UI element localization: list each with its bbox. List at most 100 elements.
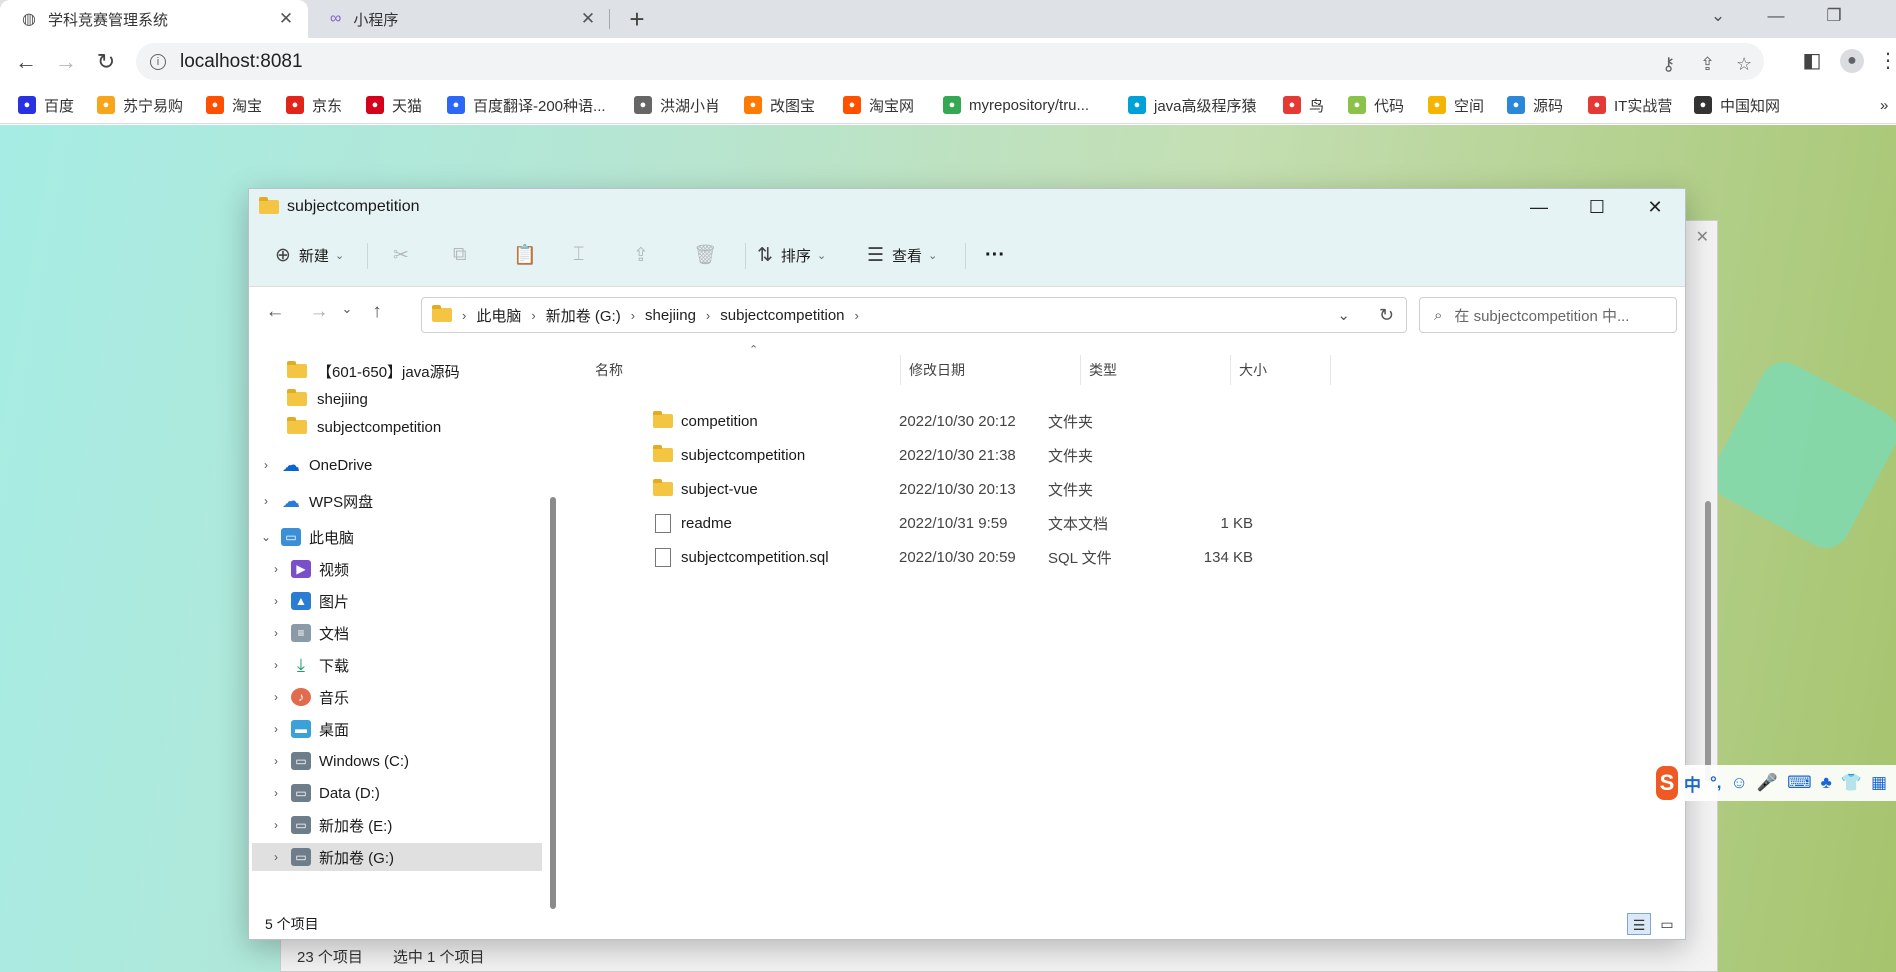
column-header-size[interactable]: 大小	[1231, 355, 1331, 385]
bookmark-item[interactable]: ● 京东	[286, 93, 342, 117]
info-icon[interactable]: i	[150, 53, 166, 70]
chevron-right-icon[interactable]: ›	[631, 308, 635, 323]
chevron-right-icon[interactable]: ›	[269, 658, 283, 672]
tab-inactive[interactable]: ∞ 小程序 ✕	[308, 0, 610, 38]
bookmark-item[interactable]: ● 淘宝	[206, 93, 262, 117]
bookmark-item[interactable]: ● 洪湖小肖	[634, 93, 720, 117]
sidebar-item-pictures[interactable]: › ▲ 图片	[269, 587, 349, 615]
chevron-right-icon[interactable]: ›	[269, 754, 283, 768]
cut-button[interactable]: ✂	[393, 237, 417, 273]
close-icon[interactable]: ✕	[1627, 189, 1683, 225]
forward-arrow-icon[interactable]: →	[305, 301, 333, 323]
ime-skin-icon[interactable]: 👕	[1841, 773, 1862, 793]
sidebar-item-quick[interactable]: shejiing	[287, 385, 368, 413]
chevron-right-icon[interactable]: ›	[269, 690, 283, 704]
more-options-button[interactable]: ···	[985, 237, 1005, 273]
profile-avatar[interactable]: ●	[1838, 48, 1866, 73]
bookmark-item[interactable]: ● 改图宝	[744, 93, 815, 117]
maximize-icon[interactable]: ☐	[1569, 189, 1625, 225]
sidebar-item-thispc[interactable]: ⌄ ▭ 此电脑	[259, 523, 354, 551]
chevron-right-icon[interactable]: ›	[259, 458, 273, 472]
delete-button[interactable]: 🗑	[693, 237, 725, 273]
tab-search-icon[interactable]: ⌄	[1690, 0, 1746, 32]
sidebar-item-drive-g[interactable]: › ▭ 新加卷 (G:)	[252, 843, 542, 871]
restore-icon[interactable]: ❐	[1806, 0, 1862, 32]
tiles-view-button[interactable]: ▭	[1655, 913, 1679, 935]
sidebar-scrollbar[interactable]	[550, 497, 556, 909]
bookmark-item[interactable]: ● 苏宁易购	[97, 93, 183, 117]
new-tab-button[interactable]: +	[622, 4, 652, 35]
file-row[interactable]: subjectcompetition 2022/10/30 21:38 文件夹	[629, 438, 1429, 472]
up-arrow-icon[interactable]: ↑	[363, 301, 391, 323]
menu-kebab-icon[interactable]: ⋮	[1874, 48, 1896, 73]
bookmark-item[interactable]: ● 鸟	[1283, 93, 1324, 117]
bookmark-star-icon[interactable]: ☆	[1736, 54, 1752, 75]
sidebar-item-desktop[interactable]: › ▬ 桌面	[269, 715, 349, 743]
ime-language-toggle[interactable]: 中	[1684, 771, 1701, 796]
sidebar-item-drive-e[interactable]: › ▭ 新加卷 (E:)	[269, 811, 392, 839]
bookmark-item[interactable]: ● 百度	[18, 93, 74, 117]
file-row[interactable]: readme 2022/10/31 9:59 文本文档 1 KB	[629, 506, 1429, 540]
bookmark-item[interactable]: ● 中国知网	[1694, 93, 1780, 117]
bookmark-item[interactable]: ● 源码	[1507, 93, 1563, 117]
tab-active[interactable]: ◍ 学科竞赛管理系统 ✕	[0, 0, 308, 38]
bookmark-item[interactable]: ● myrepository/tru...	[943, 93, 1089, 117]
copy-button[interactable]: ⧉	[453, 237, 475, 273]
breadcrumb-item[interactable]: shejiing	[645, 307, 696, 324]
file-row[interactable]: subjectcompetition.sql 2022/10/30 20:59 …	[629, 540, 1429, 574]
chevron-right-icon[interactable]: ›	[269, 786, 283, 800]
minimize-icon[interactable]: —	[1511, 189, 1567, 225]
file-row[interactable]: competition 2022/10/30 20:12 文件夹	[629, 404, 1429, 438]
sidebar-item-videos[interactable]: › ▶ 视频	[269, 555, 349, 583]
tab-close-icon[interactable]: ✕	[578, 9, 598, 29]
bookmark-item[interactable]: ● IT实战营	[1588, 93, 1672, 117]
chevron-right-icon[interactable]: ›	[269, 626, 283, 640]
chevron-right-icon[interactable]: ›	[531, 308, 535, 323]
key-icon[interactable]: ⚷	[1662, 54, 1675, 75]
sidebar-item-music[interactable]: › ♪ 音乐	[269, 683, 349, 711]
sidebar-item-drive-c[interactable]: › ▭ Windows (C:)	[269, 747, 409, 775]
sidebar-item-quick[interactable]: 【601-650】java源码	[287, 357, 460, 385]
chevron-right-icon[interactable]: ›	[269, 562, 283, 576]
ime-punctuation-icon[interactable]: °,	[1710, 773, 1722, 793]
refresh-icon[interactable]: ↻	[1379, 305, 1394, 326]
rename-button[interactable]: ⌶	[573, 237, 592, 273]
ime-microphone-icon[interactable]: 🎤	[1757, 773, 1778, 793]
address-bar[interactable]: i localhost:8081 ⚷ ⇪ ☆	[136, 43, 1764, 80]
bookmark-item[interactable]: ● 空间	[1428, 93, 1484, 117]
ime-toolbox-icon[interactable]: ▦	[1871, 773, 1887, 793]
new-button[interactable]: ⊕ 新建 ⌄	[275, 237, 344, 273]
chevron-right-icon[interactable]: ›	[269, 722, 283, 736]
scrollbar[interactable]	[1705, 501, 1711, 781]
chevron-right-icon[interactable]: ›	[269, 594, 283, 608]
sidebar-item-downloads[interactable]: › ⤓ 下载	[269, 651, 349, 679]
url-text[interactable]: localhost:8081	[180, 51, 303, 73]
bookmark-item[interactable]: ● 天猫	[366, 93, 422, 117]
chevron-right-icon[interactable]: ›	[855, 308, 859, 323]
column-header-type[interactable]: 类型	[1081, 355, 1231, 385]
chevron-right-icon[interactable]: ›	[259, 494, 273, 508]
column-header-name[interactable]: 名称	[587, 355, 901, 385]
chevron-down-icon[interactable]: ⌄	[1337, 306, 1350, 324]
search-input[interactable]: ⌕ 在 subjectcompetition 中...	[1419, 297, 1677, 333]
bookmark-item[interactable]: ● java高级程序猿	[1128, 93, 1257, 117]
tab-close-icon[interactable]: ✕	[276, 9, 296, 29]
share-icon[interactable]: ⇪	[1700, 54, 1715, 75]
sort-button[interactable]: ⇅ 排序 ⌄	[757, 237, 826, 273]
forward-button[interactable]: →	[50, 46, 82, 78]
recent-locations-chevron-icon[interactable]: ⌄	[333, 301, 361, 317]
ime-user-icon[interactable]: ♣	[1821, 773, 1832, 793]
ime-emoji-icon[interactable]: ☺	[1731, 773, 1748, 793]
chevron-right-icon[interactable]: ›	[706, 308, 710, 323]
back-button[interactable]: ←	[10, 46, 42, 78]
sidebar-item-documents[interactable]: › ≡ 文档	[269, 619, 349, 647]
back-arrow-icon[interactable]: ←	[261, 301, 289, 323]
sidebar-item-wps[interactable]: › ☁ WPS网盘	[259, 487, 373, 515]
sidebar-icon[interactable]: ◧	[1798, 48, 1826, 73]
paste-button[interactable]: 📋	[513, 237, 545, 273]
bookmark-item[interactable]: ● 百度翻译-200种语...	[447, 93, 606, 117]
chevron-right-icon[interactable]: ›	[269, 850, 283, 864]
breadcrumb-item[interactable]: 新加卷 (G:)	[546, 305, 621, 326]
chevron-right-icon[interactable]: ›	[462, 308, 466, 323]
view-button[interactable]: ☰ 查看 ⌄	[867, 237, 937, 273]
